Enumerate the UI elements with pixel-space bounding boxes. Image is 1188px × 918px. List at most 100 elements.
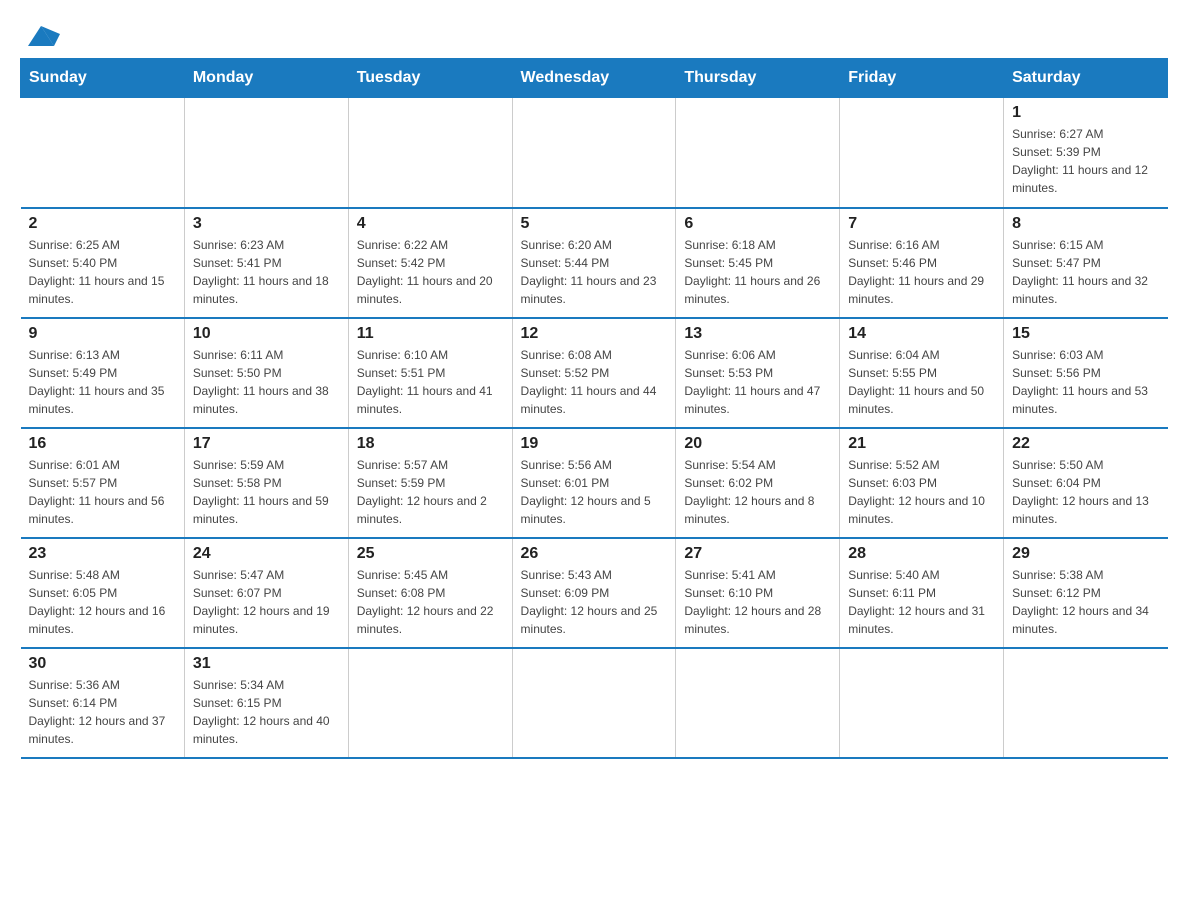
calendar-cell: 31 Sunrise: 5:34 AM Sunset: 6:15 PM Dayli…: [184, 648, 348, 758]
day-number: 25: [357, 545, 504, 563]
day-number: 27: [684, 545, 831, 563]
calendar-cell: [512, 98, 676, 208]
weekday-header-wednesday: Wednesday: [512, 59, 676, 98]
calendar-cell: 22Sunrise: 5:50 AM Sunset: 6:04 PM Dayli…: [1004, 428, 1168, 538]
day-number: 4: [357, 215, 504, 233]
day-info: Sunrise: 6:18 AM Sunset: 5:45 PM Dayligh…: [684, 236, 831, 308]
day-number: 31: [193, 655, 340, 673]
day-number: 14: [848, 325, 995, 343]
day-number: 26: [521, 545, 668, 563]
day-number: 24: [193, 545, 340, 563]
day-info: Sunrise: 6:08 AM Sunset: 5:52 PM Dayligh…: [521, 346, 668, 418]
calendar-header-row: SundayMondayTuesdayWednesdayThursdayFrid…: [21, 59, 1168, 98]
day-number: 6: [684, 215, 831, 233]
calendar-cell: 28 Sunrise: 5:40 AM Sunset: 6:11 PM Dayli…: [840, 538, 1004, 648]
day-info: Sunrise: 6:16 AM Sunset: 5:46 PM Dayligh…: [848, 236, 995, 308]
weekday-header-monday: Monday: [184, 59, 348, 98]
day-info: Sunrise: 6:06 AM Sunset: 5:53 PM Dayligh…: [684, 346, 831, 418]
day-number: 1: [1012, 104, 1159, 122]
calendar-week-row: 30 Sunrise: 5:36 AM Sunset: 6:14 PM Dayli…: [21, 648, 1168, 758]
day-info: Sunrise: 6:11 AM Sunset: 5:50 PM Dayligh…: [193, 346, 340, 418]
day-info: Sunrise: 5:48 AM Sunset: 6:05 PM Dayligh…: [29, 566, 176, 638]
calendar-cell: 2 Sunrise: 6:25 AM Sunset: 5:40 PM Daylig…: [21, 208, 185, 318]
day-number: 15: [1012, 325, 1159, 343]
calendar-week-row: 16 Sunrise: 6:01 AM Sunset: 5:57 PM Dayli…: [21, 428, 1168, 538]
day-number: 10: [193, 325, 340, 343]
calendar-table: SundayMondayTuesdayWednesdayThursdayFrid…: [20, 58, 1168, 759]
day-number: 11: [357, 325, 504, 343]
calendar-cell: 25 Sunrise: 5:45 AM Sunset: 6:08 PM Dayli…: [348, 538, 512, 648]
weekday-header-tuesday: Tuesday: [348, 59, 512, 98]
day-info: Sunrise: 6:15 AM Sunset: 5:47 PM Dayligh…: [1012, 236, 1159, 308]
weekday-header-thursday: Thursday: [676, 59, 840, 98]
weekday-header-sunday: Sunday: [21, 59, 185, 98]
day-number: 28: [848, 545, 995, 563]
day-number: 5: [521, 215, 668, 233]
calendar-cell: 14Sunrise: 6:04 AM Sunset: 5:55 PM Dayli…: [840, 318, 1004, 428]
calendar-cell: 17Sunrise: 5:59 AM Sunset: 5:58 PM Dayli…: [184, 428, 348, 538]
day-number: 13: [684, 325, 831, 343]
logo-icon: [22, 16, 60, 54]
calendar-cell: [348, 648, 512, 758]
day-info: Sunrise: 5:56 AM Sunset: 6:01 PM Dayligh…: [521, 456, 668, 528]
day-info: Sunrise: 6:27 AM Sunset: 5:39 PM Dayligh…: [1012, 125, 1159, 197]
calendar-week-row: 23Sunrise: 5:48 AM Sunset: 6:05 PM Dayli…: [21, 538, 1168, 648]
day-number: 17: [193, 435, 340, 453]
calendar-cell: 26Sunrise: 5:43 AM Sunset: 6:09 PM Dayli…: [512, 538, 676, 648]
calendar-cell: [348, 98, 512, 208]
calendar-cell: [676, 98, 840, 208]
calendar-cell: [184, 98, 348, 208]
day-number: 19: [521, 435, 668, 453]
day-info: Sunrise: 5:45 AM Sunset: 6:08 PM Dayligh…: [357, 566, 504, 638]
calendar-cell: 12Sunrise: 6:08 AM Sunset: 5:52 PM Dayli…: [512, 318, 676, 428]
day-number: 9: [29, 325, 176, 343]
calendar-cell: 24Sunrise: 5:47 AM Sunset: 6:07 PM Dayli…: [184, 538, 348, 648]
calendar-week-row: 9Sunrise: 6:13 AM Sunset: 5:49 PM Daylig…: [21, 318, 1168, 428]
day-info: Sunrise: 5:57 AM Sunset: 5:59 PM Dayligh…: [357, 456, 504, 528]
calendar-cell: 5 Sunrise: 6:20 AM Sunset: 5:44 PM Daylig…: [512, 208, 676, 318]
calendar-cell: [840, 648, 1004, 758]
calendar-cell: [840, 98, 1004, 208]
day-info: Sunrise: 6:22 AM Sunset: 5:42 PM Dayligh…: [357, 236, 504, 308]
calendar-cell: 18 Sunrise: 5:57 AM Sunset: 5:59 PM Dayli…: [348, 428, 512, 538]
day-info: Sunrise: 6:23 AM Sunset: 5:41 PM Dayligh…: [193, 236, 340, 308]
day-number: 8: [1012, 215, 1159, 233]
calendar-cell: 15Sunrise: 6:03 AM Sunset: 5:56 PM Dayli…: [1004, 318, 1168, 428]
calendar-cell: [21, 98, 185, 208]
calendar-cell: 16 Sunrise: 6:01 AM Sunset: 5:57 PM Dayli…: [21, 428, 185, 538]
calendar-cell: [676, 648, 840, 758]
calendar-cell: 3 Sunrise: 6:23 AM Sunset: 5:41 PM Daylig…: [184, 208, 348, 318]
calendar-week-row: 2 Sunrise: 6:25 AM Sunset: 5:40 PM Daylig…: [21, 208, 1168, 318]
calendar-cell: 19 Sunrise: 5:56 AM Sunset: 6:01 PM Dayli…: [512, 428, 676, 538]
day-info: Sunrise: 6:01 AM Sunset: 5:57 PM Dayligh…: [29, 456, 176, 528]
page-header: [20, 20, 1168, 48]
calendar-cell: 8 Sunrise: 6:15 AM Sunset: 5:47 PM Daylig…: [1004, 208, 1168, 318]
day-info: Sunrise: 5:54 AM Sunset: 6:02 PM Dayligh…: [684, 456, 831, 528]
weekday-header-saturday: Saturday: [1004, 59, 1168, 98]
day-number: 2: [29, 215, 176, 233]
day-info: Sunrise: 5:41 AM Sunset: 6:10 PM Dayligh…: [684, 566, 831, 638]
day-info: Sunrise: 6:25 AM Sunset: 5:40 PM Dayligh…: [29, 236, 176, 308]
day-info: Sunrise: 5:36 AM Sunset: 6:14 PM Dayligh…: [29, 676, 176, 748]
calendar-cell: 7Sunrise: 6:16 AM Sunset: 5:46 PM Daylig…: [840, 208, 1004, 318]
day-number: 29: [1012, 545, 1159, 563]
day-number: 3: [193, 215, 340, 233]
calendar-week-row: 1 Sunrise: 6:27 AM Sunset: 5:39 PM Daylig…: [21, 98, 1168, 208]
day-number: 21: [848, 435, 995, 453]
day-number: 22: [1012, 435, 1159, 453]
day-info: Sunrise: 5:40 AM Sunset: 6:11 PM Dayligh…: [848, 566, 995, 638]
calendar-cell: 27 Sunrise: 5:41 AM Sunset: 6:10 PM Dayli…: [676, 538, 840, 648]
day-number: 18: [357, 435, 504, 453]
calendar-cell: 1 Sunrise: 6:27 AM Sunset: 5:39 PM Daylig…: [1004, 98, 1168, 208]
day-number: 20: [684, 435, 831, 453]
calendar-cell: 4 Sunrise: 6:22 AM Sunset: 5:42 PM Daylig…: [348, 208, 512, 318]
weekday-header-friday: Friday: [840, 59, 1004, 98]
day-info: Sunrise: 5:34 AM Sunset: 6:15 PM Dayligh…: [193, 676, 340, 748]
day-info: Sunrise: 6:20 AM Sunset: 5:44 PM Dayligh…: [521, 236, 668, 308]
day-number: 16: [29, 435, 176, 453]
day-info: Sunrise: 5:52 AM Sunset: 6:03 PM Dayligh…: [848, 456, 995, 528]
calendar-cell: 11Sunrise: 6:10 AM Sunset: 5:51 PM Dayli…: [348, 318, 512, 428]
day-number: 30: [29, 655, 176, 673]
calendar-cell: [512, 648, 676, 758]
calendar-cell: 20 Sunrise: 5:54 AM Sunset: 6:02 PM Dayli…: [676, 428, 840, 538]
